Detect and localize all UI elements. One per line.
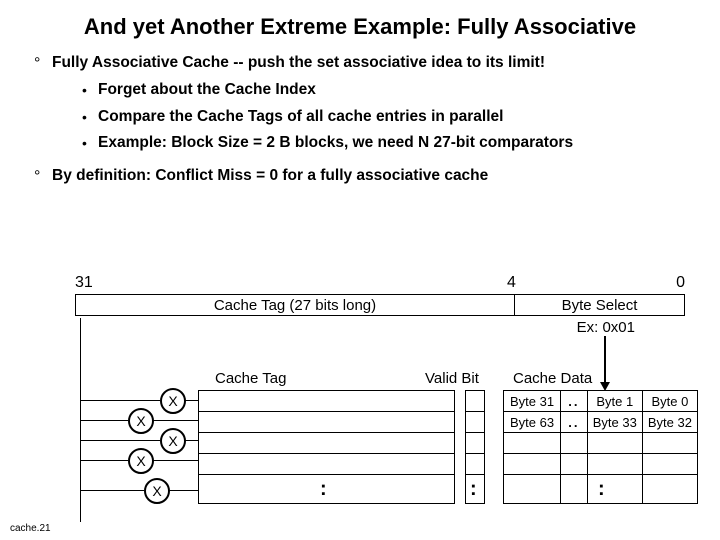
vdots: : bbox=[598, 478, 605, 501]
slide-footer: cache.21 bbox=[10, 523, 51, 534]
comparator-icon: X bbox=[144, 478, 170, 504]
data-cell: Byte 0 bbox=[643, 391, 697, 411]
comparator-icon: X bbox=[160, 428, 186, 454]
comparator-icon: X bbox=[128, 408, 154, 434]
bullet-1c: Example: Block Size = 2 B blocks, we nee… bbox=[98, 132, 573, 154]
connector bbox=[80, 420, 128, 421]
hdr-cache-data: Cache Data bbox=[513, 370, 592, 387]
bullet-1a: Forget about the Cache Index bbox=[98, 79, 316, 101]
addr-byte-select-field: Byte Select bbox=[515, 294, 685, 316]
connector bbox=[168, 490, 198, 491]
connector bbox=[80, 490, 144, 491]
slide-title: And yet Another Extreme Example: Fully A… bbox=[0, 0, 720, 52]
bullet-2: By definition: Conflict Miss = 0 for a f… bbox=[52, 165, 488, 187]
data-cell: Byte 33 bbox=[588, 412, 643, 432]
degree-icon: ° bbox=[34, 52, 52, 75]
hdr-cache-tag: Cache Tag bbox=[215, 370, 286, 387]
bullet-icon: • bbox=[82, 79, 98, 100]
bullet-icon: • bbox=[82, 106, 98, 127]
bullet-1: Fully Associative Cache -- push the set … bbox=[52, 52, 545, 74]
vdots: : bbox=[320, 478, 327, 501]
degree-icon: ° bbox=[34, 165, 52, 188]
bit-31-label: 31 bbox=[75, 274, 93, 292]
connector bbox=[152, 460, 198, 461]
byte-select-example: Ex: 0x01 bbox=[75, 319, 685, 336]
vdots: : bbox=[470, 478, 477, 501]
bullet-icon: • bbox=[82, 132, 98, 153]
bit-4-label: 4 bbox=[507, 274, 516, 292]
address-layout: 31 4 0 Cache Tag (27 bits long) Byte Sel… bbox=[75, 274, 685, 336]
bullet-1b: Compare the Cache Tags of all cache entr… bbox=[98, 106, 503, 128]
bullet-block: ° Fully Associative Cache -- push the se… bbox=[0, 52, 720, 188]
connector bbox=[152, 420, 198, 421]
connector bbox=[184, 440, 198, 441]
cache-diagram: Cache Tag Valid Bit Cache Data Byte 31 .… bbox=[0, 370, 720, 530]
comparator-icon: X bbox=[128, 448, 154, 474]
addr-tag-field: Cache Tag (27 bits long) bbox=[75, 294, 515, 316]
data-cell: Byte 63 bbox=[504, 412, 561, 432]
bit-0-label: 0 bbox=[676, 274, 685, 292]
data-cell: Byte 31 bbox=[504, 391, 561, 411]
connector bbox=[80, 460, 128, 461]
comparator-icon: X bbox=[160, 388, 186, 414]
connector bbox=[184, 400, 198, 401]
data-ellipsis: .. bbox=[561, 412, 588, 432]
data-ellipsis: .. bbox=[561, 391, 588, 411]
data-cell: Byte 32 bbox=[643, 412, 697, 432]
hdr-valid-bit: Valid Bit bbox=[425, 370, 479, 387]
connector bbox=[80, 400, 160, 401]
data-cell: Byte 1 bbox=[588, 391, 643, 411]
connector bbox=[80, 440, 160, 441]
